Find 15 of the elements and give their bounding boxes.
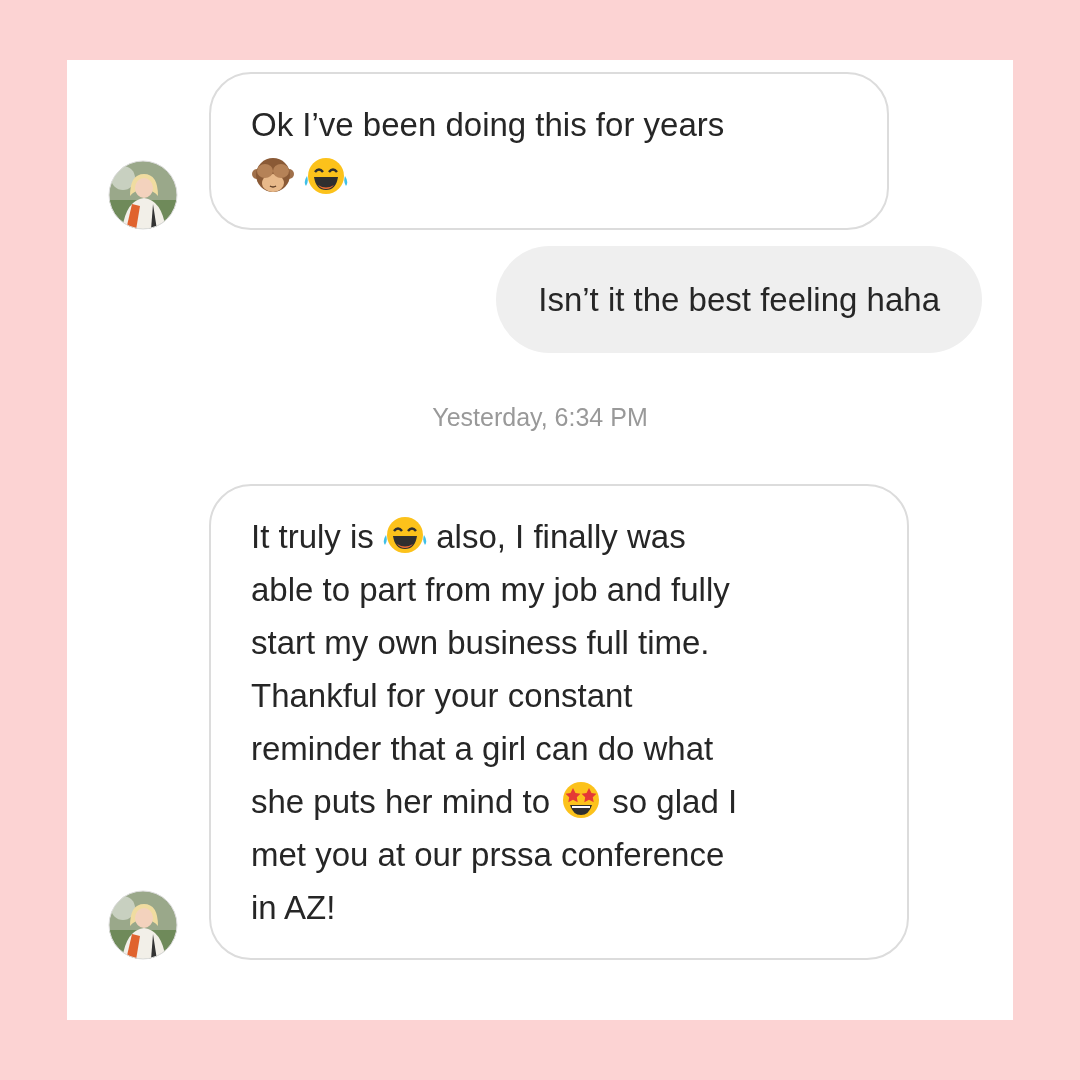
laughing-emoji-icon bbox=[304, 156, 349, 196]
message-text: Ok I’ve been doing this for years bbox=[251, 106, 725, 143]
message-text: she puts her mind to bbox=[251, 783, 550, 820]
message-text: met you at our prssa conference bbox=[251, 836, 725, 873]
message-text: also, I finally was bbox=[436, 518, 686, 555]
message-text: Isn’t it the best feeling haha bbox=[538, 281, 940, 318]
message-text: in AZ! bbox=[251, 889, 336, 926]
message-text: start my own business full time. bbox=[251, 624, 710, 661]
message-text: so glad I bbox=[612, 783, 738, 820]
message-text: able to part from my job and fully bbox=[251, 571, 730, 608]
message-text: It truly is bbox=[251, 518, 374, 555]
laughing-emoji-icon bbox=[383, 515, 428, 555]
message-text: Thankful for your constant bbox=[251, 677, 633, 714]
message-timestamp: Yesterday, 6:34 PM bbox=[432, 403, 648, 432]
message-text: reminder that a girl can do what bbox=[251, 730, 714, 767]
